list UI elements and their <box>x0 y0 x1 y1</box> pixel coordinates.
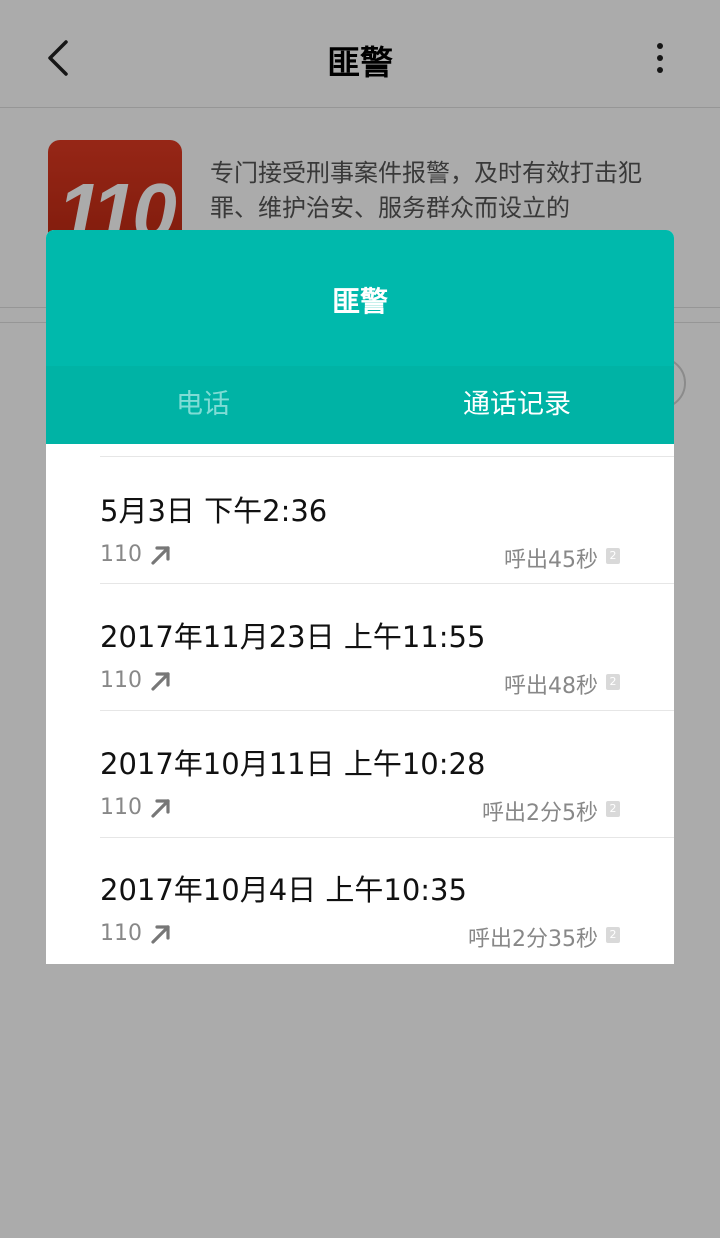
call-record-duration: 呼出2分35秒 <box>468 927 598 952</box>
call-dialog: 匪警 电话 通话记录 5月3日 下午2:36 110 呼出45秒 2 2017年… <box>46 230 674 964</box>
tab-call-history[interactable]: 通话记录 <box>360 366 674 444</box>
call-record-number: 110 <box>100 921 142 946</box>
dialog-header: 匪警 电话 通话记录 <box>46 230 674 444</box>
call-record-number: 110 <box>100 795 142 820</box>
list-divider <box>100 456 674 457</box>
sim-card-icon: 2 <box>606 548 620 564</box>
sim-card-icon: 2 <box>606 801 620 817</box>
tab-phone[interactable]: 电话 <box>46 366 360 444</box>
call-record-row[interactable]: 5月3日 下午2:36 110 呼出45秒 2 <box>46 458 674 584</box>
call-record-duration: 呼出2分5秒 <box>482 801 598 826</box>
outgoing-call-arrow-icon <box>151 799 170 818</box>
call-record-date: 2017年10月4日 上午10:35 <box>100 873 467 907</box>
call-record-duration: 呼出48秒 <box>504 674 598 699</box>
call-record-date: 2017年10月11日 上午10:28 <box>100 747 486 781</box>
dialog-title: 匪警 <box>331 285 388 318</box>
call-record-number: 110 <box>100 542 142 567</box>
sim-card-icon: 2 <box>606 927 620 943</box>
call-record-duration: 呼出45秒 <box>504 548 598 573</box>
outgoing-call-arrow-icon <box>151 546 170 565</box>
dialog-tabs: 电话 通话记录 <box>46 366 674 444</box>
call-record-number: 110 <box>100 668 142 693</box>
outgoing-call-arrow-icon <box>151 925 170 944</box>
call-record-date: 5月3日 下午2:36 <box>100 494 328 528</box>
outgoing-call-arrow-icon <box>151 672 170 691</box>
call-record-date: 2017年11月23日 上午11:55 <box>100 620 486 654</box>
sim-card-icon: 2 <box>606 674 620 690</box>
call-record-row[interactable]: 2017年10月11日 上午10:28 110 呼出2分5秒 2 <box>46 711 674 837</box>
call-record-list[interactable]: 5月3日 下午2:36 110 呼出45秒 2 2017年11月23日 上午11… <box>46 444 674 964</box>
call-record-row[interactable]: 2017年11月23日 上午11:55 110 呼出48秒 2 <box>46 584 674 710</box>
call-record-row[interactable]: 2017年10月4日 上午10:35 110 呼出2分35秒 2 <box>46 837 674 963</box>
